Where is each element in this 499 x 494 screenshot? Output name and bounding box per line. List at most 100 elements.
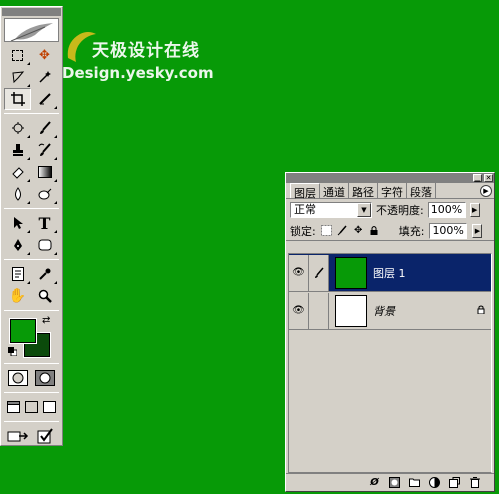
shape-icon: [38, 239, 51, 251]
panel-titlebar[interactable]: ▁ ✕: [286, 173, 494, 183]
fill-slider-button[interactable]: ▶: [472, 223, 483, 238]
panel-footer: Ø: [286, 473, 494, 491]
layer-thumbnail[interactable]: [335, 294, 367, 327]
toolbox-titlebar[interactable]: [2, 8, 61, 16]
layer-style-button[interactable]: Ø: [369, 477, 380, 488]
imageready-icon: [7, 431, 28, 442]
path-select-tool[interactable]: [4, 212, 31, 234]
new-group-button[interactable]: [409, 477, 420, 488]
fill-field[interactable]: 100%: [429, 222, 468, 239]
layer-thumbnail[interactable]: [335, 256, 367, 289]
foreground-color-swatch[interactable]: [10, 319, 36, 343]
lock-row: 锁定: ✥ 填充: 100% ▶: [286, 221, 494, 241]
tab-layers[interactable]: 图层: [290, 183, 320, 200]
standard-mode-icon: [7, 370, 28, 386]
pen-tool[interactable]: [4, 234, 31, 256]
magic-wand-tool[interactable]: [31, 66, 58, 88]
tab-paths[interactable]: 路径: [349, 183, 378, 199]
screen-mode-full-icon: [43, 401, 57, 413]
lock-pixels-icon[interactable]: [337, 225, 348, 236]
mask-icon: [389, 477, 400, 488]
brush-tool[interactable]: [31, 117, 58, 139]
swap-colors-icon[interactable]: ⇄: [42, 315, 50, 326]
layer-row[interactable]: 👁 图层 1: [289, 254, 491, 292]
healing-brush-tool[interactable]: [4, 117, 31, 139]
crop-tool[interactable]: [4, 88, 31, 110]
photoshop-logo[interactable]: [4, 18, 59, 42]
screen-mode-full-menu-button[interactable]: [23, 396, 40, 418]
chevron-down-icon[interactable]: ▼: [357, 203, 371, 217]
eraser-tool[interactable]: [4, 161, 31, 183]
shape-tool[interactable]: [31, 234, 58, 256]
checkmark-button[interactable]: [31, 425, 58, 447]
minimize-button[interactable]: ▁: [473, 174, 482, 182]
move-tool[interactable]: ✥: [31, 44, 58, 66]
blur-tool[interactable]: [4, 183, 31, 205]
layer-link-cell[interactable]: [309, 254, 329, 291]
zoom-icon: [38, 289, 52, 303]
adjustment-icon: [429, 477, 440, 488]
toolbox-divider: [4, 113, 59, 114]
watermark-english-text: Design.yesky.com: [62, 64, 214, 82]
close-button[interactable]: ✕: [484, 174, 493, 182]
delete-layer-button[interactable]: [469, 477, 480, 488]
lock-position-icon[interactable]: ✥: [353, 225, 364, 236]
layer-row[interactable]: 👁 背景: [289, 292, 491, 330]
toolbox-divider: [4, 392, 59, 393]
history-brush-tool[interactable]: [31, 139, 58, 161]
panel-menu-arrow-icon: ▶: [483, 187, 489, 195]
layer-name[interactable]: 图层 1: [373, 265, 491, 281]
clone-stamp-tool[interactable]: [4, 139, 31, 161]
dodge-tool[interactable]: [31, 183, 58, 205]
new-layer-button[interactable]: [449, 477, 460, 488]
trash-icon: [469, 477, 480, 488]
opacity-label: 不透明度:: [376, 204, 424, 217]
adjustment-layer-button[interactable]: [429, 477, 440, 488]
tab-paragraph[interactable]: 段落: [407, 183, 436, 199]
default-colors-icon[interactable]: [8, 347, 17, 356]
zoom-tool[interactable]: [31, 285, 58, 307]
minimize-icon: ▁: [474, 174, 481, 182]
lock-icon: [477, 305, 491, 317]
marquee-tool[interactable]: [4, 44, 31, 66]
layer-list: 👁 图层 1 👁 背景: [288, 253, 492, 473]
gradient-tool[interactable]: [31, 161, 58, 183]
eyedropper-tool[interactable]: [31, 263, 58, 285]
notes-tool[interactable]: [4, 263, 31, 285]
panel-tabs: 图层 通道 路径 字符 段落 ▶: [286, 183, 494, 200]
screen-mode-standard-button[interactable]: [5, 396, 22, 418]
notes-icon: [11, 267, 24, 281]
tab-character[interactable]: 字符: [378, 183, 407, 199]
color-swatches: ⇄: [4, 315, 59, 359]
opacity-field[interactable]: 100%: [427, 202, 466, 218]
screen-mode-full-button[interactable]: [41, 396, 58, 418]
standard-mode-button[interactable]: [4, 367, 31, 389]
visibility-toggle[interactable]: 👁: [289, 292, 309, 329]
checkmark-icon: [37, 428, 53, 444]
lasso-tool[interactable]: [4, 66, 31, 88]
hand-tool[interactable]: ✋: [4, 285, 31, 307]
type-tool[interactable]: T: [31, 212, 58, 234]
jump-to-imageready-button[interactable]: [4, 425, 31, 447]
lock-transparency-icon[interactable]: [320, 225, 332, 236]
toolbox-divider: [4, 421, 59, 422]
tab-channels[interactable]: 通道: [320, 183, 349, 199]
brush-icon: [314, 267, 324, 278]
layer-link-cell[interactable]: [309, 292, 329, 329]
layers-panel: ▁ ✕ 图层 通道 路径 字符 段落 ▶ 正常 ▼ 不透明度: 100% ▶ 锁…: [285, 172, 495, 492]
visibility-toggle[interactable]: 👁: [289, 254, 309, 291]
opacity-slider-button[interactable]: ▶: [469, 203, 480, 217]
panel-menu-button[interactable]: ▶: [480, 185, 492, 197]
blend-mode-select[interactable]: 正常 ▼: [290, 202, 372, 218]
add-mask-button[interactable]: [389, 477, 400, 488]
eye-icon: 👁: [292, 267, 305, 278]
hand-icon: ✋: [8, 288, 27, 304]
lock-all-icon[interactable]: [369, 225, 380, 236]
feather-icon: [10, 23, 53, 41]
slice-tool[interactable]: [31, 88, 58, 110]
gradient-icon: [37, 166, 52, 178]
eraser-icon: [11, 167, 24, 179]
quick-mask-button[interactable]: [31, 367, 58, 389]
layer-name[interactable]: 背景: [373, 303, 477, 319]
toolbox-divider: [4, 310, 59, 311]
